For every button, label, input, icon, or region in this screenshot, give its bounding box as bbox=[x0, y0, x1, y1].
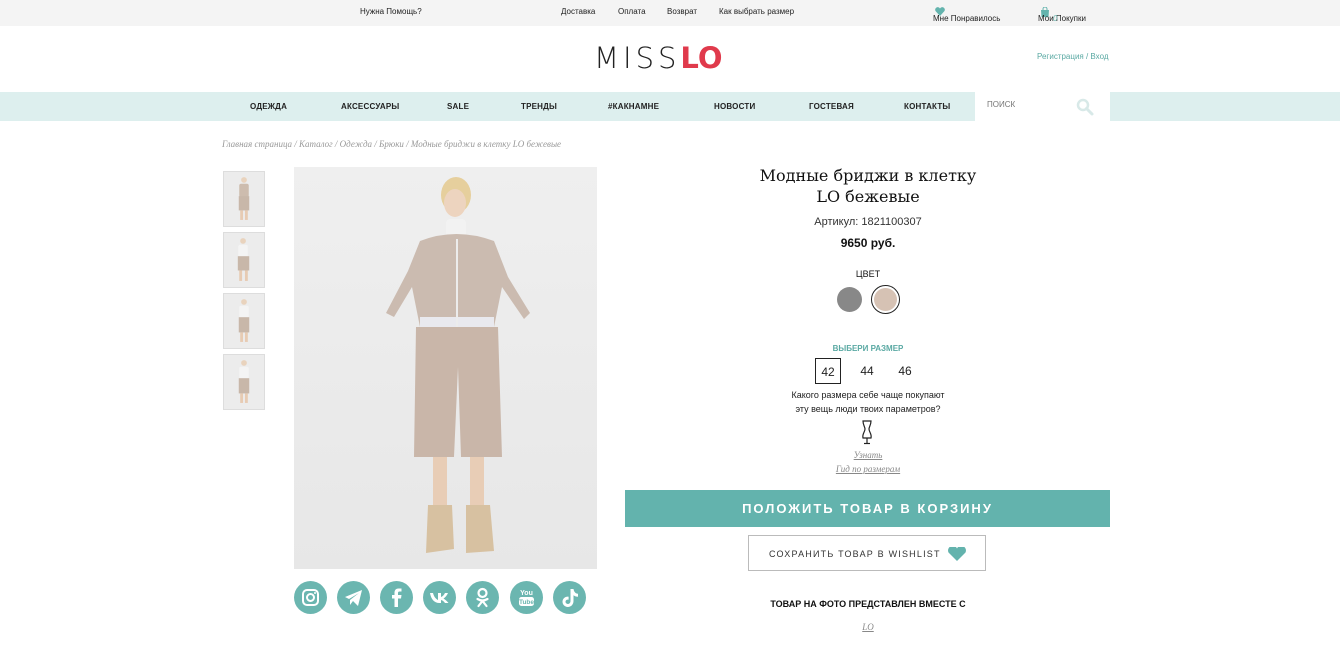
product-title-line1: Модные бриджи в клетку bbox=[759, 166, 977, 185]
model-figure-thumb bbox=[238, 360, 250, 403]
nav-item-clothing[interactable]: ОДЕЖДА bbox=[250, 102, 287, 111]
save-wishlist-button[interactable]: СОХРАНИТЬ ТОВАР В WISHLIST bbox=[748, 535, 986, 571]
size-question-line1: Какого размера себе чаще покупают bbox=[791, 390, 945, 400]
nav-item-contacts[interactable]: КОНТАКТЫ bbox=[904, 102, 950, 111]
logo-lo: LO bbox=[680, 41, 723, 75]
telegram-link[interactable] bbox=[337, 581, 370, 614]
delivery-link[interactable]: Доставка bbox=[561, 7, 595, 16]
nav-item-kaknamne[interactable]: #КАКНАМНЕ bbox=[608, 102, 659, 111]
product-thumbnail[interactable] bbox=[223, 354, 265, 410]
cart-count: 0 bbox=[1053, 14, 1058, 23]
odnoklassniki-link[interactable] bbox=[466, 581, 499, 614]
odnoklassniki-icon bbox=[476, 587, 489, 608]
nav-item-trends[interactable]: ТРЕНДЫ bbox=[521, 102, 557, 111]
main-nav: ОДЕЖДА АКСЕССУАРЫ SALE ТРЕНДЫ #КАКНАМНЕ … bbox=[0, 92, 1340, 121]
facebook-icon bbox=[392, 588, 402, 607]
size-question: Какого размера себе чаще покупают эту ве… bbox=[700, 388, 1036, 416]
product-sku: Артикул: 1821100307 bbox=[814, 216, 922, 228]
instagram-link[interactable] bbox=[294, 581, 327, 614]
return-link[interactable]: Возврат bbox=[667, 7, 697, 16]
size-option-46[interactable]: 46 bbox=[892, 358, 918, 384]
product-thumbnail[interactable] bbox=[223, 171, 265, 227]
color-label: ЦВЕТ bbox=[855, 269, 881, 279]
pictured-with-link[interactable]: LO bbox=[700, 622, 1036, 632]
logo-miss: MISS bbox=[594, 41, 681, 75]
instagram-icon bbox=[302, 589, 319, 606]
product-price: 9650 руб. bbox=[840, 236, 896, 250]
size-label: ВЫБЕРИ РАЗМЕР bbox=[832, 344, 904, 353]
search-input[interactable] bbox=[987, 100, 1067, 109]
color-swatch-beige-selected[interactable] bbox=[871, 285, 900, 314]
nav-item-guestbook[interactable]: ГОСТЕВАЯ bbox=[809, 102, 854, 111]
mannequin-icon bbox=[862, 420, 872, 445]
model-figure-thumb bbox=[238, 299, 250, 342]
size-option-42[interactable]: 42 bbox=[815, 358, 841, 384]
purchases-label: Мои Покупки bbox=[1038, 14, 1086, 23]
nav-item-sale[interactable]: SALE bbox=[447, 102, 469, 111]
model-figure bbox=[386, 177, 530, 553]
auth-link[interactable]: Регистрация / Вход bbox=[1037, 52, 1109, 61]
color-swatch-grey[interactable] bbox=[837, 287, 862, 312]
nav-item-accessories[interactable]: АКСЕССУАРЫ bbox=[341, 102, 399, 111]
pictured-with-label: ТОВАР НА ФОТО ПРЕДСТАВЛЕН ВМЕСТЕ С bbox=[770, 599, 966, 609]
product-main-image[interactable] bbox=[294, 167, 597, 569]
purchases-link[interactable]: Мои Покупки 0 bbox=[1038, 7, 1086, 23]
size-help-link[interactable]: Как выбрать размер bbox=[719, 7, 794, 16]
vk-link[interactable] bbox=[423, 581, 456, 614]
telegram-icon bbox=[345, 590, 362, 606]
svg-text:Tube: Tube bbox=[519, 599, 534, 606]
breadcrumb[interactable]: Главная страница / Каталог / Одежда / Бр… bbox=[222, 139, 561, 149]
facebook-link[interactable] bbox=[380, 581, 413, 614]
size-question-line2: эту вещь люди твоих параметров? bbox=[795, 404, 941, 414]
top-utility-bar: Нужна Помощь? Доставка Оплата Возврат Ка… bbox=[0, 0, 1340, 26]
save-wishlist-label: СОХРАНИТЬ ТОВАР В WISHLIST bbox=[769, 549, 941, 559]
payment-link[interactable]: Оплата bbox=[618, 7, 646, 16]
nav-item-news[interactable]: НОВОСТИ bbox=[714, 102, 755, 111]
product-thumbnail[interactable] bbox=[223, 293, 265, 349]
svg-text:You: You bbox=[520, 590, 533, 597]
search-icon[interactable] bbox=[1075, 97, 1095, 117]
add-to-cart-button[interactable]: ПОЛОЖИТЬ ТОВАР В КОРЗИНУ bbox=[625, 490, 1110, 527]
youtube-icon: You Tube bbox=[519, 590, 534, 606]
tiktok-icon bbox=[562, 589, 578, 607]
learn-size-link[interactable]: Узнать bbox=[700, 450, 1036, 460]
size-option-44[interactable]: 44 bbox=[854, 358, 880, 384]
heart-icon bbox=[948, 547, 966, 561]
color-swatch-fill bbox=[874, 288, 897, 311]
model-figure-thumb bbox=[237, 238, 250, 281]
search-box bbox=[975, 92, 1110, 121]
site-logo[interactable]: MISSLO bbox=[594, 41, 723, 75]
model-figure-thumb bbox=[238, 177, 250, 220]
size-guide-link[interactable]: Гид по размерам bbox=[700, 464, 1036, 474]
product-title-line2: LO бежевые bbox=[816, 187, 920, 206]
favorites-link[interactable]: Мне Понравилось bbox=[933, 7, 1000, 23]
favorites-label: Мне Понравилось bbox=[933, 14, 1001, 23]
help-link[interactable]: Нужна Помощь? bbox=[360, 7, 422, 16]
product-thumbnail[interactable] bbox=[223, 232, 265, 288]
youtube-link[interactable]: You Tube bbox=[510, 581, 543, 614]
product-title: Модные бриджи в клетку LO бежевые bbox=[700, 165, 1036, 207]
vk-icon bbox=[430, 593, 449, 603]
tiktok-link[interactable] bbox=[553, 581, 586, 614]
